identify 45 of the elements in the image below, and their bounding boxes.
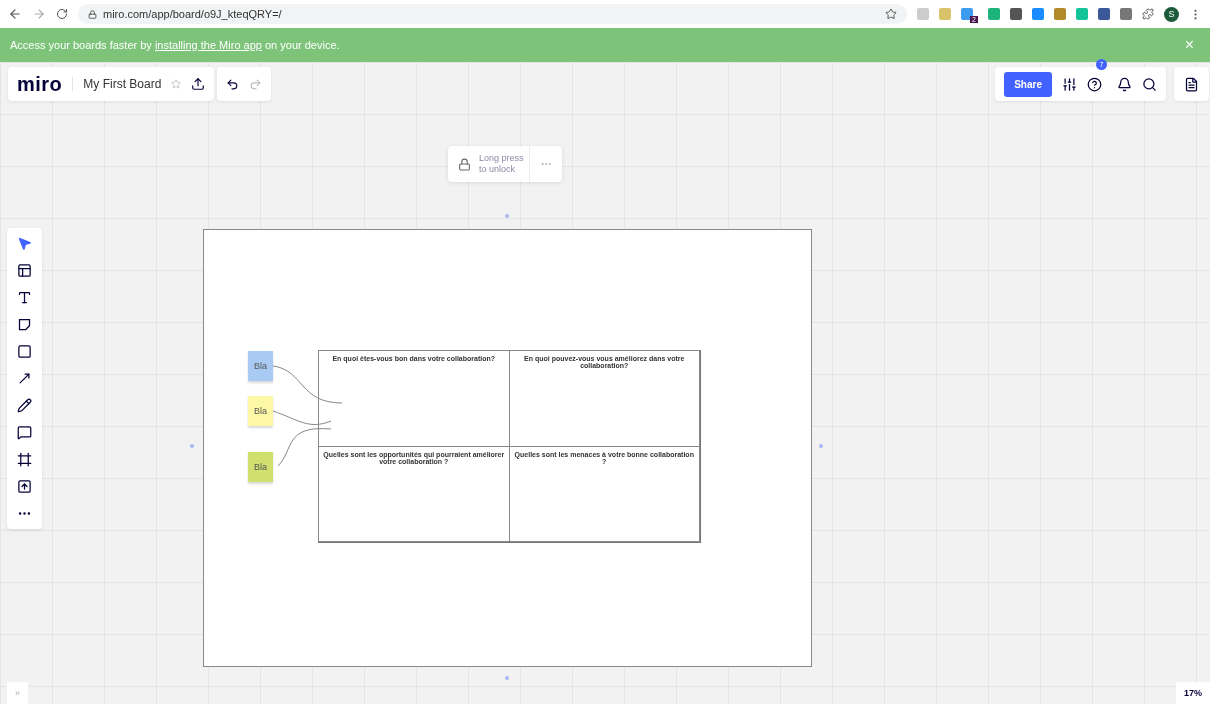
resize-handle[interactable] [190, 444, 194, 448]
document-icon[interactable] [1184, 76, 1199, 92]
resize-handle[interactable] [505, 676, 509, 680]
zoom-level[interactable]: 17% [1176, 682, 1210, 704]
extensions-icon[interactable] [1142, 8, 1154, 20]
lock-text: Long press to unlock [479, 153, 525, 175]
select-tool-icon[interactable] [17, 236, 32, 251]
connector-line[interactable] [272, 410, 332, 425]
comment-tool-icon[interactable] [17, 425, 32, 440]
templates-tool-icon[interactable] [17, 263, 32, 278]
sticky-tool-icon[interactable] [17, 317, 32, 332]
text-tool-icon[interactable] [17, 290, 32, 305]
sticky-note[interactable]: Bla [248, 396, 273, 426]
share-button[interactable]: Share [1004, 71, 1052, 97]
resize-handle[interactable] [819, 444, 823, 448]
help-icon[interactable] [1087, 76, 1102, 92]
board-title[interactable]: My First Board [72, 77, 162, 91]
frame-tool-icon[interactable] [17, 452, 32, 467]
search-icon[interactable] [1142, 76, 1157, 92]
undo-icon[interactable] [226, 77, 239, 91]
miro-logo[interactable]: miro [17, 72, 63, 96]
star-icon[interactable] [885, 8, 898, 20]
export-icon[interactable] [191, 77, 206, 91]
upload-tool-icon[interactable] [17, 479, 32, 494]
profile-avatar[interactable]: S [1164, 6, 1179, 22]
address-bar[interactable]: miro.com/app/board/o9J_kteqQRY=/ [78, 4, 908, 24]
extension-icon[interactable] [961, 8, 974, 20]
resize-handle[interactable] [505, 214, 509, 218]
sticky-note[interactable]: Bla [248, 452, 273, 482]
star-icon[interactable] [171, 79, 182, 89]
shape-tool-icon[interactable] [17, 344, 32, 359]
banner-text: Access your boards faster by installing the Miro app on your device. [10, 39, 340, 51]
forward-icon[interactable] [32, 7, 46, 21]
pen-tool-icon[interactable] [17, 398, 32, 413]
sticky-note[interactable]: Bla [248, 351, 273, 381]
back-icon[interactable] [8, 7, 22, 21]
connector-line[interactable] [272, 365, 343, 404]
sliders-icon[interactable] [1062, 76, 1077, 92]
arrow-tool-icon[interactable] [17, 371, 32, 386]
reload-icon[interactable] [56, 8, 68, 20]
board-frame[interactable] [203, 229, 812, 667]
lock-icon [88, 9, 97, 19]
bell-icon[interactable] [1117, 76, 1132, 92]
url-text: miro.com/app/board/o9J_kteqQRY=/ [103, 8, 283, 20]
lock-icon [458, 157, 471, 171]
